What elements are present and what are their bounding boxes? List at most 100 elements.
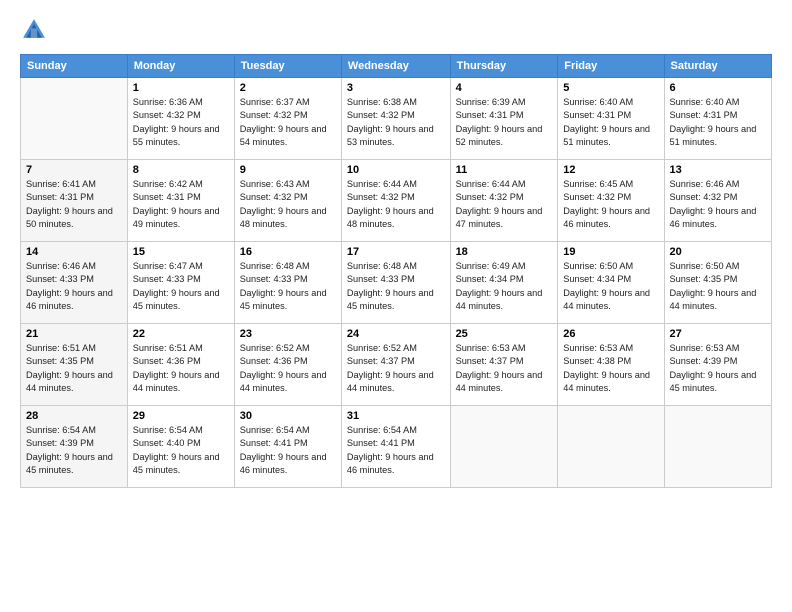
- day-info: Sunrise: 6:45 AMSunset: 4:32 PMDaylight:…: [563, 178, 658, 231]
- day-cell: [450, 406, 558, 488]
- col-header-tuesday: Tuesday: [234, 55, 341, 78]
- day-number: 24: [347, 328, 445, 340]
- col-header-saturday: Saturday: [664, 55, 772, 78]
- logo: [20, 16, 52, 44]
- day-number: 23: [240, 328, 336, 340]
- page: SundayMondayTuesdayWednesdayThursdayFrid…: [0, 0, 792, 612]
- day-number: 14: [26, 246, 122, 258]
- day-number: 20: [670, 246, 767, 258]
- day-info: Sunrise: 6:48 AMSunset: 4:33 PMDaylight:…: [240, 260, 336, 313]
- col-header-wednesday: Wednesday: [341, 55, 450, 78]
- day-cell: 18 Sunrise: 6:49 AMSunset: 4:34 PMDayligh…: [450, 242, 558, 324]
- day-number: 30: [240, 410, 336, 422]
- day-number: 19: [563, 246, 658, 258]
- day-cell: 24 Sunrise: 6:52 AMSunset: 4:37 PMDayligh…: [341, 324, 450, 406]
- day-cell: 31 Sunrise: 6:54 AMSunset: 4:41 PMDayligh…: [341, 406, 450, 488]
- day-number: 12: [563, 164, 658, 176]
- logo-icon: [20, 16, 48, 44]
- day-number: 7: [26, 164, 122, 176]
- day-number: 11: [456, 164, 553, 176]
- day-number: 21: [26, 328, 122, 340]
- day-info: Sunrise: 6:49 AMSunset: 4:34 PMDaylight:…: [456, 260, 553, 313]
- day-cell: 15Sunrise: 6:47 AMSunset: 4:33 PMDayligh…: [127, 242, 234, 324]
- day-number: 18: [456, 246, 553, 258]
- day-number: 1: [133, 82, 229, 94]
- day-info: Sunrise: 6:54 AMSunset: 4:40 PMDaylight:…: [133, 424, 229, 477]
- day-cell: 30Sunrise: 6:54 AMSunset: 4:41 PMDayligh…: [234, 406, 341, 488]
- day-info: Sunrise: 6:41 AMSunset: 4:31 PMDaylight:…: [26, 178, 122, 231]
- day-info: Sunrise: 6:53 AMSunset: 4:39 PMDaylight:…: [670, 342, 767, 395]
- day-cell: 12 Sunrise: 6:45 AMSunset: 4:32 PMDayligh…: [558, 160, 664, 242]
- day-cell: 16 Sunrise: 6:48 AMSunset: 4:33 PMDayligh…: [234, 242, 341, 324]
- header-row: SundayMondayTuesdayWednesdayThursdayFrid…: [21, 55, 772, 78]
- calendar-table: SundayMondayTuesdayWednesdayThursdayFrid…: [20, 54, 772, 488]
- header: [20, 16, 772, 44]
- day-cell: 9 Sunrise: 6:43 AMSunset: 4:32 PMDaylight…: [234, 160, 341, 242]
- week-row-2: 14Sunrise: 6:46 AMSunset: 4:33 PMDayligh…: [21, 242, 772, 324]
- day-number: 8: [133, 164, 229, 176]
- day-cell: 23 Sunrise: 6:52 AMSunset: 4:36 PMDayligh…: [234, 324, 341, 406]
- day-number: 27: [670, 328, 767, 340]
- day-cell: 8 Sunrise: 6:42 AMSunset: 4:31 PMDaylight…: [127, 160, 234, 242]
- day-number: 4: [456, 82, 553, 94]
- day-number: 3: [347, 82, 445, 94]
- day-cell: 7 Sunrise: 6:41 AMSunset: 4:31 PMDaylight…: [21, 160, 128, 242]
- day-info: Sunrise: 6:44 AMSunset: 4:32 PMDaylight:…: [347, 178, 445, 231]
- day-number: 31: [347, 410, 445, 422]
- day-number: 13: [670, 164, 767, 176]
- day-info: Sunrise: 6:53 AMSunset: 4:37 PMDaylight:…: [456, 342, 553, 395]
- day-info: Sunrise: 6:47 AMSunset: 4:33 PMDaylight:…: [133, 260, 229, 313]
- day-info: Sunrise: 6:40 AMSunset: 4:31 PMDaylight:…: [563, 96, 658, 149]
- day-info: Sunrise: 6:54 AMSunset: 4:39 PMDaylight:…: [26, 424, 122, 477]
- day-cell: 17 Sunrise: 6:48 AMSunset: 4:33 PMDayligh…: [341, 242, 450, 324]
- day-cell: [21, 78, 128, 160]
- day-info: Sunrise: 6:54 AMSunset: 4:41 PMDaylight:…: [347, 424, 445, 477]
- day-cell: 13 Sunrise: 6:46 AMSunset: 4:32 PMDayligh…: [664, 160, 772, 242]
- day-info: Sunrise: 6:37 AMSunset: 4:32 PMDaylight:…: [240, 96, 336, 149]
- day-cell: 14Sunrise: 6:46 AMSunset: 4:33 PMDayligh…: [21, 242, 128, 324]
- day-info: Sunrise: 6:52 AMSunset: 4:36 PMDaylight:…: [240, 342, 336, 395]
- day-info: Sunrise: 6:43 AMSunset: 4:32 PMDaylight:…: [240, 178, 336, 231]
- day-cell: 6Sunrise: 6:40 AMSunset: 4:31 PMDaylight…: [664, 78, 772, 160]
- day-info: Sunrise: 6:52 AMSunset: 4:37 PMDaylight:…: [347, 342, 445, 395]
- day-info: Sunrise: 6:46 AMSunset: 4:32 PMDaylight:…: [670, 178, 767, 231]
- col-header-friday: Friday: [558, 55, 664, 78]
- day-cell: 2 Sunrise: 6:37 AMSunset: 4:32 PMDaylight…: [234, 78, 341, 160]
- col-header-monday: Monday: [127, 55, 234, 78]
- day-number: 6: [670, 82, 767, 94]
- day-cell: 10Sunrise: 6:44 AMSunset: 4:32 PMDayligh…: [341, 160, 450, 242]
- day-info: Sunrise: 6:50 AMSunset: 4:34 PMDaylight:…: [563, 260, 658, 313]
- day-number: 5: [563, 82, 658, 94]
- day-info: Sunrise: 6:39 AMSunset: 4:31 PMDaylight:…: [456, 96, 553, 149]
- week-row-0: 1Sunrise: 6:36 AMSunset: 4:32 PMDaylight…: [21, 78, 772, 160]
- week-row-4: 28 Sunrise: 6:54 AMSunset: 4:39 PMDayligh…: [21, 406, 772, 488]
- day-cell: 29Sunrise: 6:54 AMSunset: 4:40 PMDayligh…: [127, 406, 234, 488]
- day-cell: 19 Sunrise: 6:50 AMSunset: 4:34 PMDayligh…: [558, 242, 664, 324]
- day-number: 25: [456, 328, 553, 340]
- day-info: Sunrise: 6:42 AMSunset: 4:31 PMDaylight:…: [133, 178, 229, 231]
- day-cell: 28 Sunrise: 6:54 AMSunset: 4:39 PMDayligh…: [21, 406, 128, 488]
- day-number: 9: [240, 164, 336, 176]
- day-number: 17: [347, 246, 445, 258]
- day-cell: 5 Sunrise: 6:40 AMSunset: 4:31 PMDaylight…: [558, 78, 664, 160]
- day-cell: 4 Sunrise: 6:39 AMSunset: 4:31 PMDaylight…: [450, 78, 558, 160]
- day-info: Sunrise: 6:51 AMSunset: 4:35 PMDaylight:…: [26, 342, 122, 395]
- day-info: Sunrise: 6:44 AMSunset: 4:32 PMDaylight:…: [456, 178, 553, 231]
- day-cell: [558, 406, 664, 488]
- day-cell: 1Sunrise: 6:36 AMSunset: 4:32 PMDaylight…: [127, 78, 234, 160]
- day-number: 2: [240, 82, 336, 94]
- day-cell: [664, 406, 772, 488]
- day-cell: 27 Sunrise: 6:53 AMSunset: 4:39 PMDayligh…: [664, 324, 772, 406]
- day-cell: 25 Sunrise: 6:53 AMSunset: 4:37 PMDayligh…: [450, 324, 558, 406]
- day-number: 28: [26, 410, 122, 422]
- week-row-1: 7 Sunrise: 6:41 AMSunset: 4:31 PMDaylight…: [21, 160, 772, 242]
- col-header-sunday: Sunday: [21, 55, 128, 78]
- day-number: 16: [240, 246, 336, 258]
- day-cell: 11 Sunrise: 6:44 AMSunset: 4:32 PMDayligh…: [450, 160, 558, 242]
- day-number: 22: [133, 328, 229, 340]
- day-cell: 26Sunrise: 6:53 AMSunset: 4:38 PMDayligh…: [558, 324, 664, 406]
- day-cell: 21 Sunrise: 6:51 AMSunset: 4:35 PMDayligh…: [21, 324, 128, 406]
- day-info: Sunrise: 6:48 AMSunset: 4:33 PMDaylight:…: [347, 260, 445, 313]
- col-header-thursday: Thursday: [450, 55, 558, 78]
- day-cell: 22Sunrise: 6:51 AMSunset: 4:36 PMDayligh…: [127, 324, 234, 406]
